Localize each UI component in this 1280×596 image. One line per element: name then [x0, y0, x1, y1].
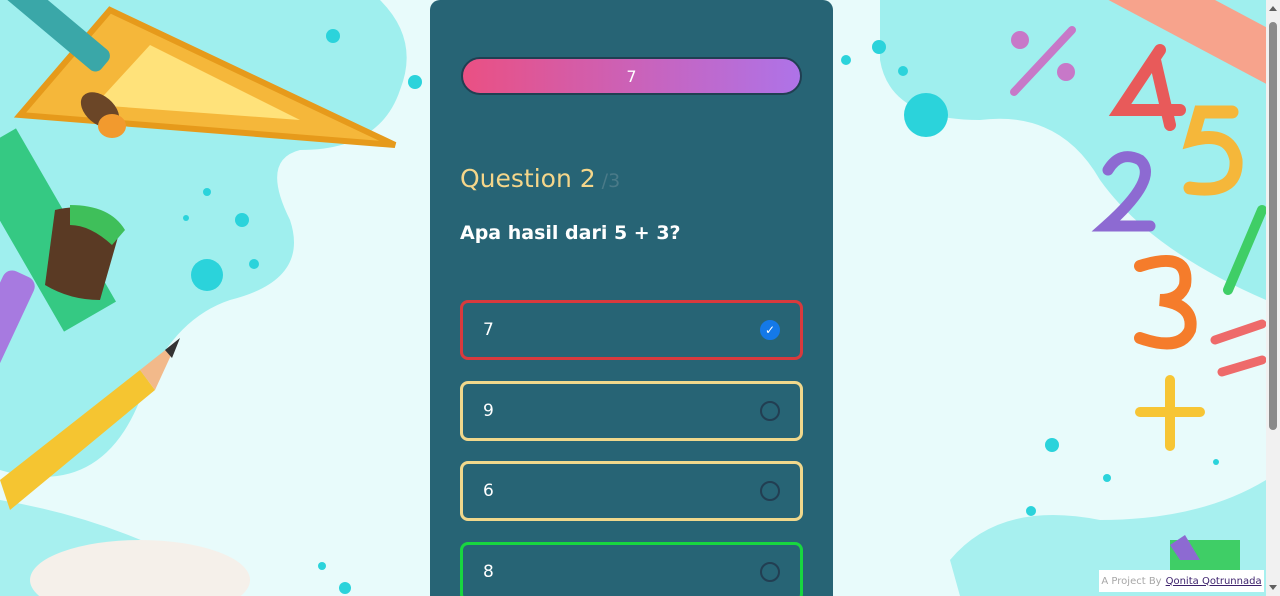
author-link[interactable]: Qonita Qotrunnada: [1166, 576, 1262, 587]
quiz-card: 7 Question 2/3 Apa hasil dari 5 + 3? 7 ✓…: [430, 0, 833, 596]
radio-icon: [760, 401, 780, 421]
question-total: /3: [601, 170, 621, 192]
answer-option-4[interactable]: 8: [460, 542, 803, 596]
check-icon: ✓: [760, 320, 780, 340]
answer-option-3[interactable]: 6: [460, 461, 803, 521]
answer-option-label: 7: [483, 320, 494, 340]
project-credit: A Project By Qonita Qotrunnada: [1099, 570, 1264, 592]
radio-icon: [760, 481, 780, 501]
question-heading: Question 2/3: [460, 164, 620, 193]
credit-prefix: A Project By: [1101, 575, 1162, 587]
answer-option-2[interactable]: 9: [460, 381, 803, 441]
radio-icon: [760, 562, 780, 582]
answer-option-label: 6: [483, 481, 494, 501]
score-progress-bar: 7: [461, 57, 802, 95]
scroll-down-icon[interactable]: [1269, 585, 1277, 590]
page-scrollbar[interactable]: [1266, 0, 1280, 596]
answer-option-label: 8: [483, 562, 494, 582]
answer-option-label: 9: [483, 401, 494, 421]
question-number: Question 2: [460, 164, 596, 193]
question-text: Apa hasil dari 5 + 3?: [460, 222, 681, 244]
scroll-up-icon[interactable]: [1269, 6, 1277, 11]
score-value: 7: [626, 66, 637, 86]
scrollbar-thumb[interactable]: [1269, 22, 1277, 430]
answer-option-1[interactable]: 7 ✓: [460, 300, 803, 360]
